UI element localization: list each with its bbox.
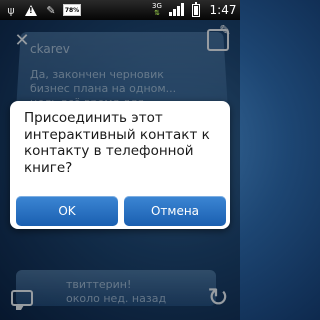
warning-icon: !	[24, 0, 38, 20]
data-arrows-icon: ⇅	[154, 9, 160, 17]
ok-button[interactable]: OK	[16, 196, 118, 226]
battery-percent-icon: 78%	[62, 0, 82, 20]
tool-icon: ✎	[46, 3, 56, 17]
signal-icon	[166, 0, 186, 20]
cancel-button[interactable]: Отмена	[124, 196, 226, 226]
battery-percent-label: 78%	[63, 4, 81, 16]
status-bar: ψ ! ✎ 78% 3G ⇅ 1:47	[0, 0, 240, 20]
clock: 1:47	[209, 3, 237, 17]
usb-icon: ψ	[7, 3, 15, 17]
confirm-dialog: Присоединить этот интерактивный контакт …	[10, 101, 230, 229]
dialog-message: Присоединить этот интерактивный контакт …	[24, 110, 210, 176]
battery-icon	[190, 0, 202, 20]
3g-icon: 3G ⇅	[150, 0, 164, 20]
